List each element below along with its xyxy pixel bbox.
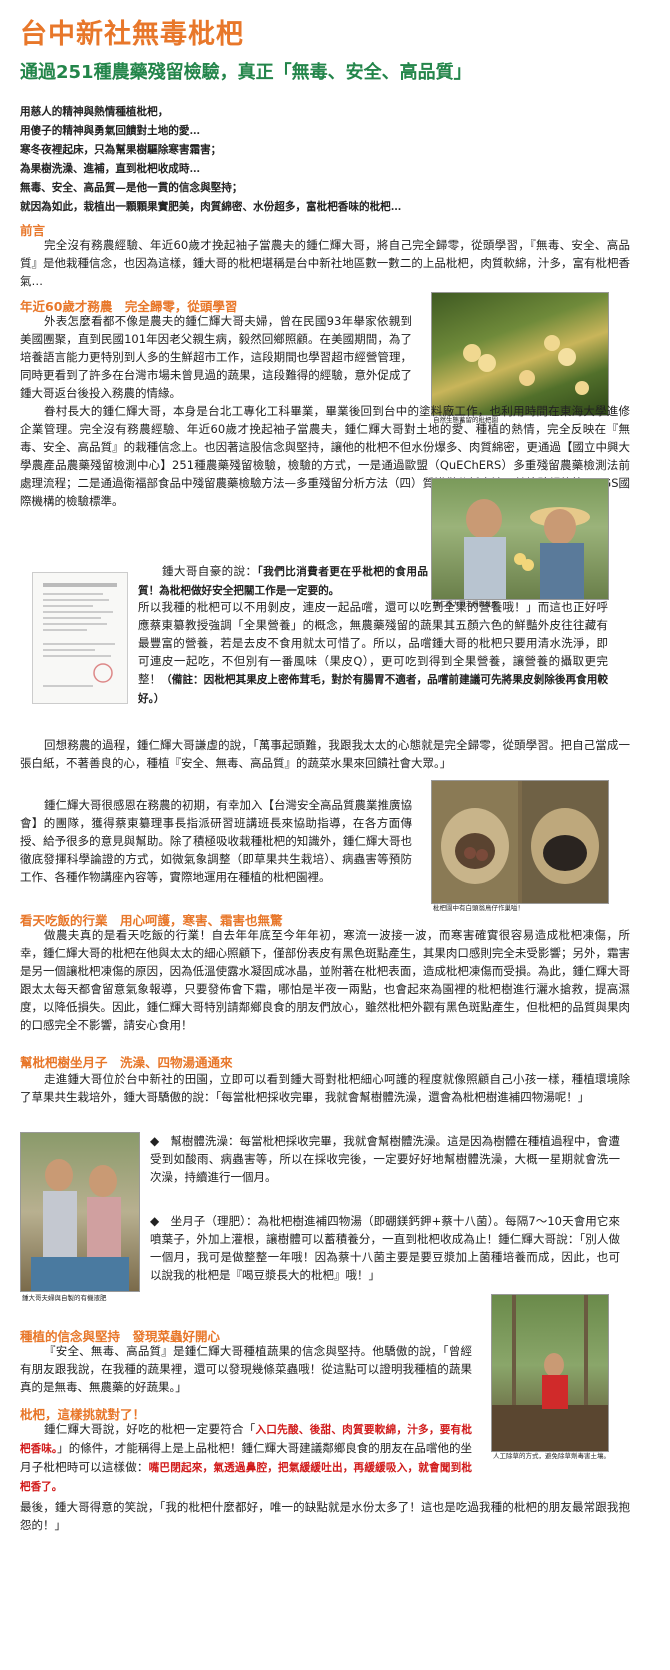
bullet-fertilize-text: ◆ 坐月子（理肥）：為枇杷樹進補四物湯（即硼鎂鈣鉀+蔡十八菌）。每隔7～10天會…: [150, 1212, 620, 1284]
bullet-fertilize-body: 坐月子（理肥）：為枇杷樹進補四物湯（即硼鎂鈣鉀+蔡十八菌）。每隔7～10天會用它…: [150, 1214, 620, 1282]
page-title: 台中新社無毒枇杷: [20, 19, 244, 50]
bullet-icon: ◆: [150, 1134, 160, 1148]
page-subtitle: 通過251種農藥殘留檢驗，真正「無毒、安全、高品質」: [20, 62, 472, 83]
section2-text: 做農夫真的是看天吃飯的行業！自去年年底至今年年初，寒流一波接一波，而寒害確實很容…: [20, 928, 630, 1032]
intro-line: 用傻子的精神與勇氣回饋對土地的愛…: [20, 125, 201, 137]
intro-line: 就因為如此，栽植出一顆顆果實肥美，肉質綿密、水份超多，富枇杷香味的枇杷…: [20, 201, 402, 213]
quote-lead: 鍾大哥自豪的說：: [162, 564, 258, 578]
photo-manual-weeding: [491, 1294, 609, 1452]
photo-farmer-couple: [431, 478, 609, 600]
closing-paragraph: 最後，鍾大哥得意的笑說，「我的枇杷什麼都好，唯一的缺點就是水份太多了！這也是吃過…: [20, 1500, 630, 1532]
loquat-fruit-illustration: [463, 335, 589, 395]
photo-caption: 人工除草的方式，避免除草劑毒害土壤。: [493, 1452, 610, 1460]
couple-fertilizer-illustration: [31, 1159, 129, 1291]
photo-caption: 鍾大哥夫婦與自製的有機液肥: [22, 1294, 107, 1302]
intro-poem: 用慈人的精神與熱情種植枇杷， 用傻子的精神與勇氣回饋對土地的愛… 寒冬夜裡起床，…: [20, 103, 620, 217]
farmer-couple-illustration: [464, 499, 590, 599]
photo-bird-nest: [431, 780, 609, 904]
bullet-icon: ◆: [150, 1214, 160, 1228]
intro-line: 為果樹洗澡、進補，直到枇杷收成時…: [20, 163, 201, 175]
section3-heading: 幫枇杷樹坐月子 洗澡、四物湯通通來: [20, 1055, 233, 1070]
inspection-certificate-image: [32, 572, 128, 704]
preface-text: 完全沒有務農經驗、年近60歲才挽起袖子當農夫的鍾仁輝大哥，將自己完全歸零，從頭學…: [20, 238, 630, 288]
section1-paragraph1: 外表怎麼看都不像是農夫的鍾仁輝大哥夫婦，曾在民國93年舉家依親到美國團聚，直到民…: [20, 314, 412, 400]
section3-text: 走進鍾大哥位於台中新社的田園，立即可以看到鍾大哥對枇杷細心呵護的程度就像照顧自己…: [20, 1072, 630, 1104]
photo-caption: 枇杷園中有白頭翁鳥仔作巢嗌！: [433, 904, 524, 912]
quote-block: 鍾大哥自豪的說：「我們比消費者更在乎枇杷的食用品質！為枇杷做好安全把關工作是一定…: [138, 562, 428, 600]
photo-couple-with-fertilizer: [20, 1132, 140, 1292]
bird-nest-illustration: [432, 781, 608, 903]
intro-line: 無毒、安全、高品質—是他一貫的信念與堅持；: [20, 182, 243, 194]
certificate-lines-illustration: [43, 583, 117, 687]
section4-text: 『安全、無毒、高品質』是鍾仁輝大哥種植蔬果的信念與堅持。他驕傲的說，「曾經有朋友…: [20, 1344, 472, 1394]
quote-note: （備註：因枇杷其果皮上密佈茸毛，對於有腸胃不適者，品嚐前建議可先將果皮剝除後再食…: [138, 674, 608, 705]
photo-loquat-orchard: [431, 292, 609, 416]
bullet-wash-body: 幫樹體洗澡：每當枇杷採收完畢，我就會幫樹體洗澡。這是因為樹體在種植過程中，會遭受…: [150, 1134, 620, 1184]
recall-paragraph: 回想務農的過程，鍾仁輝大哥謙虛的說，「萬事起頭難，我跟我太太的心態就是完全歸零，…: [20, 738, 630, 770]
association-paragraph: 鍾仁輝大哥很感恩在務農的初期，有幸加入【台灣安全高品質農業推廣協會】的團隊，獲得…: [20, 798, 412, 884]
bullet-item-fertilize: ◆ 坐月子（理肥）：為枇杷樹進補四物湯（即硼鎂鈣鉀+蔡十八菌）。每隔7～10天會…: [150, 1212, 620, 1284]
bullet-item-wash: ◆ 幫樹體洗澡：每當枇杷採收完畢，我就會幫樹體洗澡。這是因為樹體在種植過程中，會…: [150, 1132, 620, 1186]
intro-line: 寒冬夜裡起床，只為幫果樹驅除寒害霜害；: [20, 144, 222, 156]
s5-lead: 鍾仁輝大哥說，好吃的枇杷一定要符合「: [44, 1422, 256, 1436]
quote-text-body: 所以我種的枇杷可以不用剝皮，連皮一起品嚐，還可以吃到全果的營養哦！」而這也正好呼…: [138, 598, 608, 712]
section5-text: 鍾仁輝大哥說，好吃的枇杷一定要符合「入口先酸、後甜、肉質要軟綿，汁多，要有枇杷香…: [20, 1420, 472, 1496]
bullet-wash-text: ◆ 幫樹體洗澡：每當枇杷採收完畢，我就會幫樹體洗澡。這是因為樹體在種植過程中，會…: [150, 1132, 620, 1186]
intro-line: 用慈人的精神與熱情種植枇杷，: [20, 106, 169, 118]
weeding-illustration: [492, 1295, 608, 1451]
quote-text-top: 鍾大哥自豪的說：「我們比消費者更在乎枇杷的食用品質！為枇杷做好安全把關工作是一定…: [138, 562, 428, 600]
